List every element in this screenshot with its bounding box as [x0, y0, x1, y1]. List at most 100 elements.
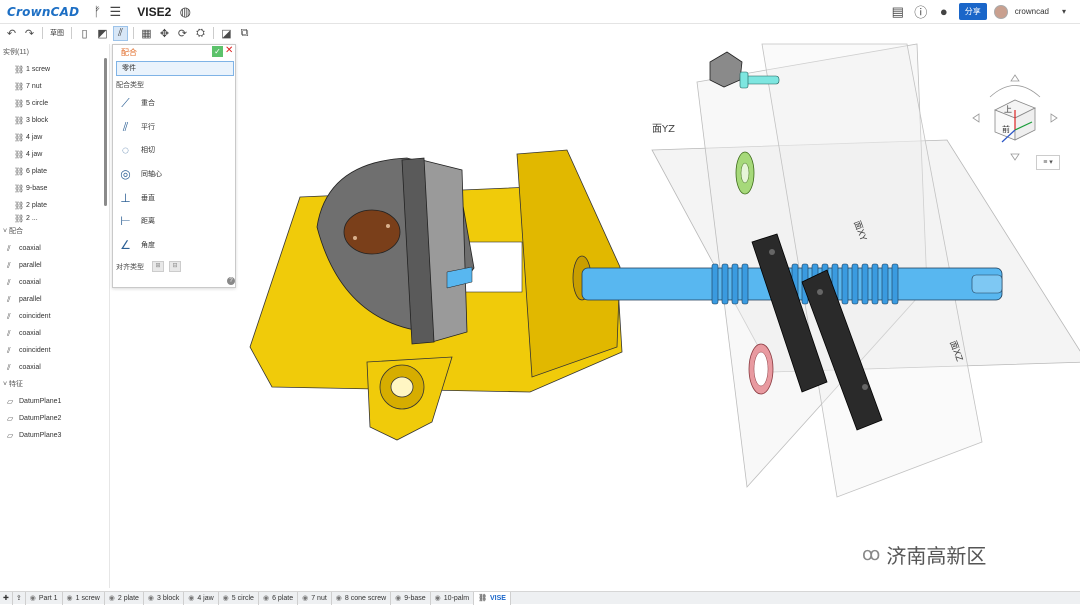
- settings-list-icon[interactable]: ▤: [890, 4, 906, 20]
- tab-6-plate[interactable]: ◉ 6 plate: [259, 591, 299, 605]
- align-anti-aligned-icon[interactable]: ⊟: [169, 261, 181, 272]
- mate-option-angle[interactable]: ∠ 角度: [118, 235, 228, 255]
- tree-instance-item[interactable]: ⛓ 2 plate: [0, 197, 109, 214]
- tab-5-circle[interactable]: ◉ 5 circle: [219, 591, 259, 605]
- view-options-dropdown[interactable]: ≡ ▾: [1036, 155, 1060, 170]
- sketch-button[interactable]: 草图: [48, 28, 66, 38]
- tree-instance-item[interactable]: ⛓ 1 screw: [0, 61, 109, 78]
- chevron-down-icon[interactable]: ▾: [1056, 4, 1072, 20]
- part-icon: ◉: [335, 594, 342, 602]
- document-title[interactable]: VISE2: [137, 5, 171, 19]
- mate-icon: ⫽: [7, 346, 11, 355]
- menu-icon[interactable]: ☰: [107, 4, 123, 20]
- ring-pink-hole: [753, 351, 769, 387]
- concentric-icon: ◎: [120, 167, 131, 181]
- help-circle-icon[interactable]: ⓘ: [913, 4, 929, 20]
- view-cube-top-label: 上: [1004, 105, 1012, 114]
- share-button[interactable]: 分享: [958, 3, 987, 20]
- mate-option-concentric[interactable]: ◎ 同轴心: [118, 164, 228, 184]
- tree-scrollbar[interactable]: [104, 58, 107, 206]
- mate-option-distance[interactable]: ⊢ 距离: [118, 211, 228, 231]
- close-button[interactable]: ✕: [225, 45, 233, 56]
- tree-mate-item[interactable]: ⫽ coaxial: [0, 240, 109, 257]
- tab-2-plate[interactable]: ◉ 2 plate: [105, 591, 144, 605]
- undo-icon[interactable]: ↶: [4, 26, 19, 41]
- branch-icon[interactable]: ᚠ: [89, 4, 105, 20]
- part-icon: ⛓: [14, 99, 25, 108]
- part-icon: ⛓: [14, 133, 25, 142]
- globe-icon[interactable]: ◍: [177, 4, 193, 20]
- tree-instance-item[interactable]: ⛓ 4 jaw: [0, 146, 109, 163]
- tree-mate-item[interactable]: ⫽ coaxial: [0, 359, 109, 376]
- tree-instance-item[interactable]: ⛓ 2 ...: [0, 214, 109, 223]
- tab-10-palm[interactable]: ◉ 10-palm: [431, 591, 475, 605]
- tree-feature-item[interactable]: ▱ DatumPlane1: [0, 393, 109, 410]
- view-cube[interactable]: 上 前: [970, 72, 1060, 162]
- tree-mate-item[interactable]: ⫽ coaxial: [0, 325, 109, 342]
- export-icon[interactable]: ⇪: [13, 591, 26, 605]
- mate-icon[interactable]: ⫽: [113, 25, 128, 41]
- align-aligned-icon[interactable]: ⊞: [152, 261, 164, 272]
- datum-plane-icon: ▱: [7, 431, 14, 440]
- mate-option-parallel[interactable]: ⫽ 平行: [118, 117, 228, 137]
- mate-type-label: 配合类型: [116, 82, 144, 89]
- mate-option-coincident[interactable]: ⟋ 重合: [118, 93, 228, 113]
- section-icon[interactable]: ◪: [219, 26, 234, 41]
- arrow-right-icon[interactable]: [1050, 113, 1058, 123]
- view-cube-front-label: 前: [1002, 124, 1010, 134]
- tab-part-1[interactable]: ◉ Part 1: [26, 591, 63, 605]
- add-tab-icon[interactable]: ✚: [0, 591, 13, 605]
- measure-icon[interactable]: ⧉: [237, 26, 252, 41]
- mate-option-tangent[interactable]: ◌ 相切: [118, 140, 228, 160]
- arrow-left-icon[interactable]: [972, 113, 980, 123]
- tree-instance-item[interactable]: ⛓ 3 block: [0, 112, 109, 129]
- chat-icon[interactable]: ●: [936, 4, 952, 20]
- username[interactable]: crowncad: [1015, 7, 1049, 16]
- help-icon[interactable]: ?: [227, 277, 235, 285]
- tab-4-jaw[interactable]: ◉ 4 jaw: [184, 591, 219, 605]
- tab-1-screw[interactable]: ◉ 1 screw: [63, 591, 105, 605]
- tree-mate-item[interactable]: ⫽ coincident: [0, 308, 109, 325]
- 3d-viewport[interactable]: 面YZ 面XY 面XZ: [112, 42, 1080, 590]
- app-logo[interactable]: CrownCAD: [7, 5, 79, 19]
- tree-instance-item[interactable]: ⛓ 6 plate: [0, 163, 109, 180]
- insert-part-icon[interactable]: ◩: [95, 26, 110, 41]
- tree-instance-item[interactable]: ⛓ 9-base: [0, 180, 109, 197]
- tab-3-block[interactable]: ◉ 3 block: [144, 591, 185, 605]
- assembly-scene[interactable]: 面YZ 面XY 面XZ: [112, 42, 1080, 590]
- tree-mate-item[interactable]: ⫽ parallel: [0, 291, 109, 308]
- tree-feature-item[interactable]: ▱ DatumPlane2: [0, 410, 109, 427]
- part-selection-field[interactable]: 零件: [116, 61, 234, 76]
- new-part-icon[interactable]: ▯: [77, 26, 92, 41]
- top-right-tools: ▤ ⓘ ● 分享 crowncad ▾: [890, 3, 1072, 20]
- part-icon: ◉: [147, 594, 155, 602]
- instances-header[interactable]: 实例(11): [0, 44, 109, 61]
- arrow-up-icon[interactable]: [1010, 74, 1020, 82]
- tree-mate-item[interactable]: ⫽ parallel: [0, 257, 109, 274]
- tree-mate-item[interactable]: ⫽ coincident: [0, 342, 109, 359]
- mates-header[interactable]: ˅ 配合: [0, 223, 109, 240]
- move-icon[interactable]: ✥: [157, 26, 172, 41]
- redo-icon[interactable]: ↷: [22, 26, 37, 41]
- part-icon: ◉: [66, 594, 73, 602]
- tree-instance-item[interactable]: ⛓ 4 jaw: [0, 129, 109, 146]
- tab-9-base[interactable]: ◉ 9-base: [391, 591, 431, 605]
- tree-feature-item[interactable]: ▱ DatumPlane3: [0, 427, 109, 444]
- explode-icon[interactable]: ⛭: [193, 26, 208, 41]
- tab-8-cone-screw[interactable]: ◉ 8 cone screw: [332, 591, 392, 605]
- mate-option-perpendicular[interactable]: ⊥ 垂直: [118, 188, 228, 208]
- arrow-down-icon[interactable]: [1010, 153, 1020, 161]
- tab-7-nut[interactable]: ◉ 7 nut: [298, 591, 332, 605]
- pattern-icon[interactable]: ▦: [139, 26, 154, 41]
- datum-plane-icon: ▱: [7, 397, 14, 406]
- tree-instance-item[interactable]: ⛓ 7 nut: [0, 78, 109, 95]
- part-icon: ◉: [222, 594, 229, 602]
- confirm-button[interactable]: ✓: [212, 46, 223, 57]
- features-header[interactable]: ˅ 特征: [0, 376, 109, 393]
- avatar[interactable]: [993, 4, 1008, 19]
- tree-instance-item[interactable]: ⛓ 5 circle: [0, 95, 109, 112]
- tree-mate-item[interactable]: ⫽ coaxial: [0, 274, 109, 291]
- tab-vise[interactable]: ⛓ VISE: [474, 591, 511, 605]
- rotate-icon[interactable]: ⟳: [175, 26, 190, 41]
- rotate-arc-icon[interactable]: [989, 85, 1041, 98]
